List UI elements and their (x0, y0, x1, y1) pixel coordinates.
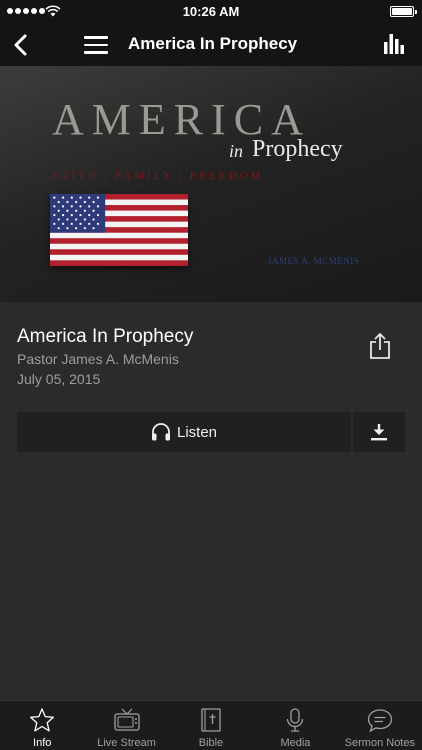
microphone-icon (281, 706, 309, 734)
status-bar: 10:26 AM (0, 0, 422, 24)
sermon-speaker: Pastor James A. McMenis (17, 351, 179, 367)
banner-in: in (229, 141, 244, 161)
page-title: America In Prophecy (128, 34, 298, 53)
tab-bible[interactable]: Bible (169, 701, 253, 750)
download-icon (371, 424, 387, 441)
banner-prophecy: Prophecy (252, 136, 343, 162)
sermon-banner: AMERICA in Prophecy FAITH | FAMILY | FRE… (0, 66, 422, 302)
equalizer-icon[interactable] (383, 32, 405, 54)
bible-icon (197, 706, 225, 734)
tab-label: Sermon Notes (344, 737, 415, 749)
listen-button[interactable]: Listen (17, 412, 351, 452)
tab-label: Media (280, 737, 311, 749)
download-button[interactable] (353, 412, 405, 452)
banner-tagline: FAITH | FAMILY | FREEDOM (52, 170, 264, 182)
tab-label: Info (33, 737, 52, 749)
share-icon[interactable] (367, 332, 393, 360)
status-time: 10:26 AM (182, 4, 240, 19)
tab-sermon-notes[interactable]: Sermon Notes (338, 701, 422, 750)
sermon-title: America In Prophecy (17, 326, 194, 347)
tab-live-stream[interactable]: Live Stream (84, 701, 168, 750)
speech-bubble-icon (366, 706, 394, 734)
battery-icon (390, 6, 417, 17)
tab-label: Live Stream (97, 737, 156, 749)
listen-label: Listen (176, 423, 218, 441)
sermon-date: July 05, 2015 (17, 371, 101, 387)
headphones-icon (151, 423, 170, 441)
navigation-bar: America In Prophecy (0, 24, 422, 66)
tab-media[interactable]: Media (253, 701, 337, 750)
back-icon[interactable] (8, 30, 34, 60)
tab-info[interactable]: Info (0, 701, 84, 750)
tab-bar: Info Live Stream Bible Media Sermon Note… (0, 700, 422, 750)
menu-icon[interactable] (84, 33, 108, 55)
tab-label: Bible (198, 737, 224, 749)
star-icon (28, 706, 56, 734)
american-flag-image (50, 194, 188, 266)
tv-icon (113, 706, 141, 734)
banner-author: JAMES A. MCMENIS (268, 256, 360, 266)
